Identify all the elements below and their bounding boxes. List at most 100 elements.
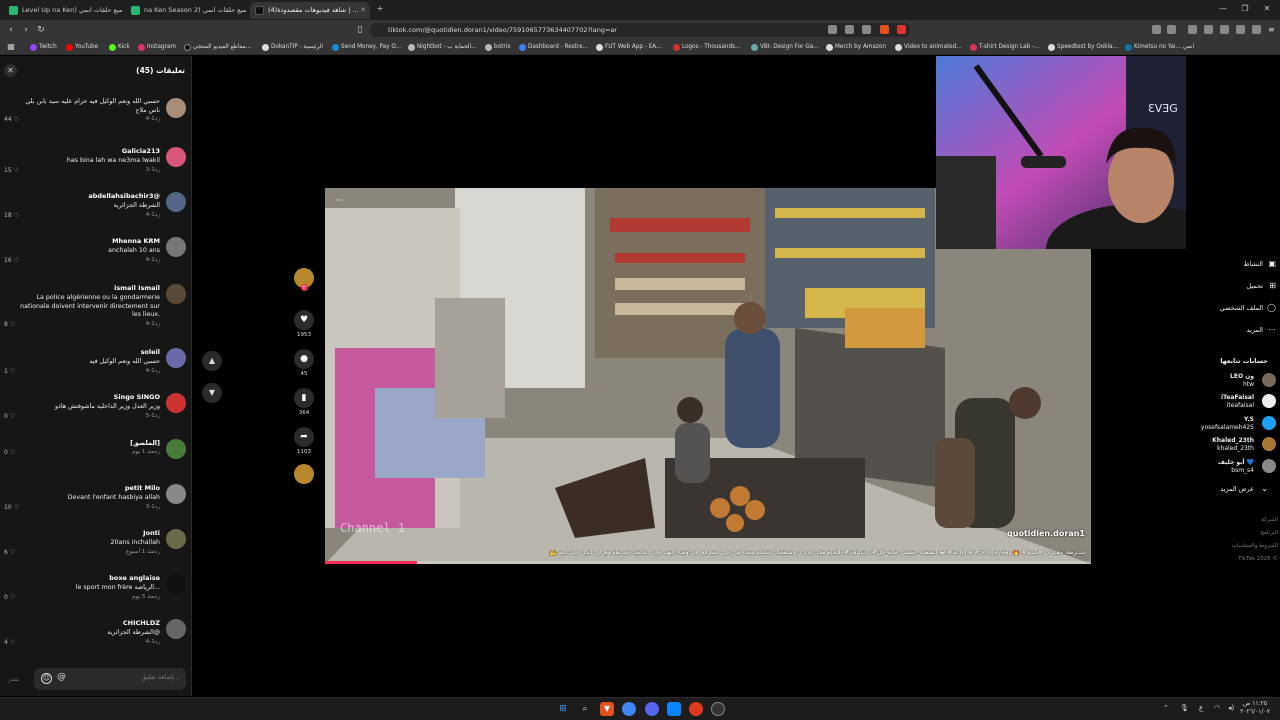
comment-like-button[interactable]: 18 ♡ <box>4 212 19 219</box>
network-icon[interactable]: ◠ <box>1214 704 1220 712</box>
avatar[interactable] <box>166 284 186 304</box>
discord-icon[interactable] <box>645 702 659 716</box>
bookmark-item[interactable]: Merch by Amazon <box>826 42 886 53</box>
nav-upload[interactable]: تحميل ⊞ <box>1246 281 1276 290</box>
browser-tab[interactable]: Level Up na Ken) جميع حلقات انمي <box>4 2 122 19</box>
apps-icon[interactable]: ▦ <box>5 41 17 53</box>
comment-username[interactable]: Galicia213 <box>122 147 160 155</box>
bookmark-item[interactable]: Nightbot - الحماية ب... <box>408 42 477 53</box>
brave-browser-icon[interactable]: ▼ <box>600 702 614 716</box>
close-tab-icon[interactable]: ✕ <box>360 2 366 19</box>
following-account[interactable]: Y.S yosefsalameh425 <box>1201 416 1276 431</box>
reply-button[interactable]: رد <box>155 549 160 555</box>
language-indicator[interactable]: ع <box>1199 704 1203 712</box>
close-icon[interactable]: ✕ <box>4 64 17 77</box>
wallet-icon[interactable] <box>1236 25 1245 34</box>
video-progress-bar[interactable] <box>325 561 1091 564</box>
avatar[interactable] <box>166 619 186 639</box>
reply-button[interactable]: رد <box>155 413 160 419</box>
brave-shield-icon[interactable] <box>880 25 889 34</box>
menu-icon[interactable]: ≡ <box>1268 25 1277 34</box>
more-options-icon[interactable]: ··· <box>335 196 344 206</box>
comment-bubble-icon[interactable]: ● <box>294 349 314 369</box>
comment-action[interactable]: ● 45 <box>292 349 316 377</box>
close-window-icon[interactable]: ✕ <box>1261 3 1273 15</box>
comment-username[interactable]: CHICHLDZ <box>123 619 160 627</box>
comment-username[interactable]: Mhenna KRM <box>112 237 160 245</box>
follow-plus-icon[interactable]: + <box>300 284 308 291</box>
avatar[interactable] <box>166 98 186 118</box>
avatar[interactable] <box>166 484 186 504</box>
comment-username[interactable]: petit Milo <box>125 484 160 492</box>
bookmark-item[interactable]: Instagram <box>138 42 176 53</box>
avatar[interactable] <box>166 192 186 212</box>
reply-button[interactable]: رد <box>155 167 160 173</box>
avatar[interactable] <box>166 439 186 459</box>
reply-button[interactable]: رد <box>155 368 160 374</box>
comment-like-button[interactable]: 16 ♡ <box>4 257 19 264</box>
share-arrow-icon[interactable]: ➦ <box>294 427 314 447</box>
avatar[interactable] <box>166 147 186 167</box>
previous-video-button[interactable]: ▲ <box>202 351 222 371</box>
following-account[interactable]: iTeaFaisal iteafaisal <box>1221 394 1276 409</box>
bookmark-item[interactable]: Kimetsu no Yai... انمي <box>1125 42 1194 53</box>
new-tab-button[interactable]: + <box>374 3 386 15</box>
comment-like-button[interactable]: 0 ♡ <box>4 449 15 456</box>
bookmark-item[interactable]: YouTube <box>66 42 98 53</box>
nav-activity[interactable]: النشاط ▣ <box>1243 259 1276 268</box>
bookmark-item[interactable]: مقاطع الفيديو المنتجي... <box>184 42 251 53</box>
vpn-icon[interactable] <box>1252 25 1261 34</box>
video-author[interactable]: quotidien.doran1 <box>1007 529 1085 538</box>
bookmark-item[interactable]: T-shirt Design Lab -... <box>970 42 1040 53</box>
extension-icon[interactable] <box>1167 25 1176 34</box>
share-icon[interactable] <box>862 25 871 34</box>
obs-icon[interactable] <box>689 702 703 716</box>
volume-icon[interactable]: ◂) <box>1228 704 1234 712</box>
creator-avatar[interactable]: + <box>292 268 316 291</box>
minimize-icon[interactable]: — <box>1217 3 1229 15</box>
avatar[interactable] <box>166 237 186 257</box>
bookmark-item[interactable]: Logos - Thousands... <box>673 42 740 53</box>
extension-icon[interactable] <box>828 25 837 34</box>
comment-like-button[interactable]: 1 ♡ <box>4 368 15 375</box>
comment-like-button[interactable]: 8 ♡ <box>4 321 15 328</box>
mic-icon[interactable]: 🎙 <box>1180 704 1189 712</box>
windows-start-icon[interactable]: ⊞ <box>556 702 570 716</box>
extension-icon[interactable] <box>1204 25 1213 34</box>
reload-icon[interactable]: ↻ <box>35 24 47 36</box>
comment-like-button[interactable]: 0 ♡ <box>4 594 15 601</box>
clock[interactable]: ١١:٢٥ ص ٢٠٢٦/٠١/٠٧ <box>1240 700 1270 716</box>
mention-icon[interactable]: @ <box>57 672 66 682</box>
comment-like-button[interactable]: 4 ♡ <box>4 639 15 646</box>
comment-username[interactable]: Singo SINGO <box>114 393 160 401</box>
nav-more[interactable]: المزيد ⋯ <box>1247 325 1276 334</box>
avatar[interactable] <box>166 393 186 413</box>
footer-link[interactable]: الشركة <box>1261 517 1278 523</box>
reply-button[interactable]: رد <box>155 639 160 645</box>
extension-icon[interactable] <box>1152 25 1161 34</box>
steam-icon[interactable] <box>711 702 725 716</box>
post-button[interactable]: نشر <box>8 675 19 683</box>
comment-input-box[interactable]: ☺ @ <box>34 668 186 690</box>
comment-like-button[interactable]: 6 ♡ <box>4 549 15 556</box>
bookmark-item[interactable]: Dashboard - Restre... <box>519 42 588 53</box>
bookmark-item[interactable]: FUT Web App - EA... <box>596 42 662 53</box>
comment-like-button[interactable]: 10 ♡ <box>4 504 19 511</box>
emoji-icon[interactable]: ☺ <box>41 673 52 684</box>
bookmark-item[interactable]: Send Money, Pay O... <box>332 42 401 53</box>
back-icon[interactable]: ‹ <box>5 24 17 36</box>
comment-like-button[interactable]: 0 ♡ <box>4 413 15 420</box>
extension-icon[interactable] <box>845 25 854 34</box>
tray-chevron-icon[interactable]: ⌃ <box>1163 704 1169 712</box>
comment-username[interactable]: ismail Ismail <box>114 284 160 292</box>
comment-username[interactable]: [الملصق] <box>130 439 160 447</box>
reply-button[interactable]: رد <box>155 116 160 122</box>
nav-profile[interactable]: الملف الشخصي ◯ <box>1220 303 1276 312</box>
bookmark-item[interactable]: botrix <box>485 42 511 53</box>
comment-username[interactable]: abdellahsibachir3@ <box>88 192 160 200</box>
reply-button[interactable]: رد <box>155 504 160 510</box>
avatar[interactable] <box>166 348 186 368</box>
avatar[interactable] <box>166 574 186 594</box>
browser-tab-active[interactable]: (4)شاهد فيديوهات مقصدودة | ... ✕ <box>250 2 370 19</box>
forward-icon[interactable]: › <box>20 24 32 36</box>
